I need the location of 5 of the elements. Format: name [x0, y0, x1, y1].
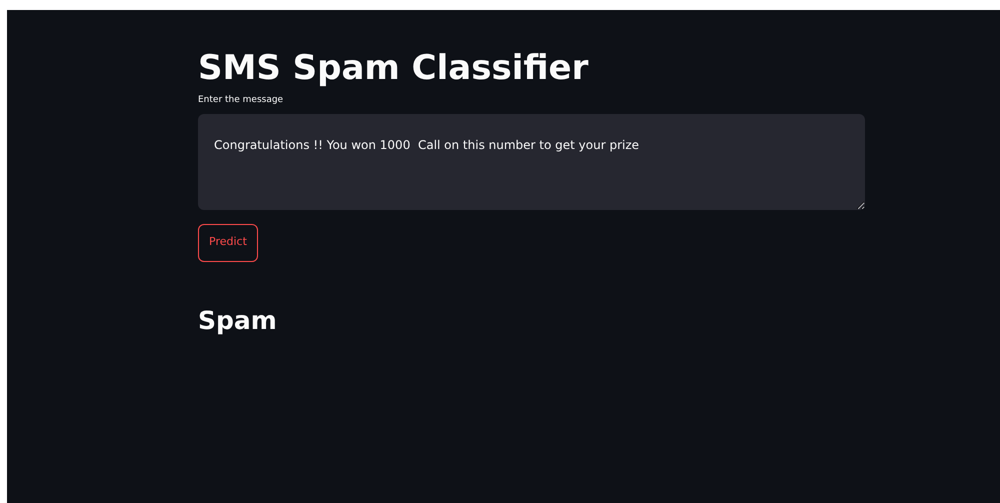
page-title: SMS Spam Classifier: [198, 47, 588, 90]
field-label: Enter the message: [198, 94, 284, 107]
message-field[interactable]: Congratulations !! You won 1000 Call on this number to get your prize: [198, 114, 865, 210]
predict-button[interactable]: Predict: [198, 224, 258, 262]
result-heading: Spam: [198, 304, 277, 336]
